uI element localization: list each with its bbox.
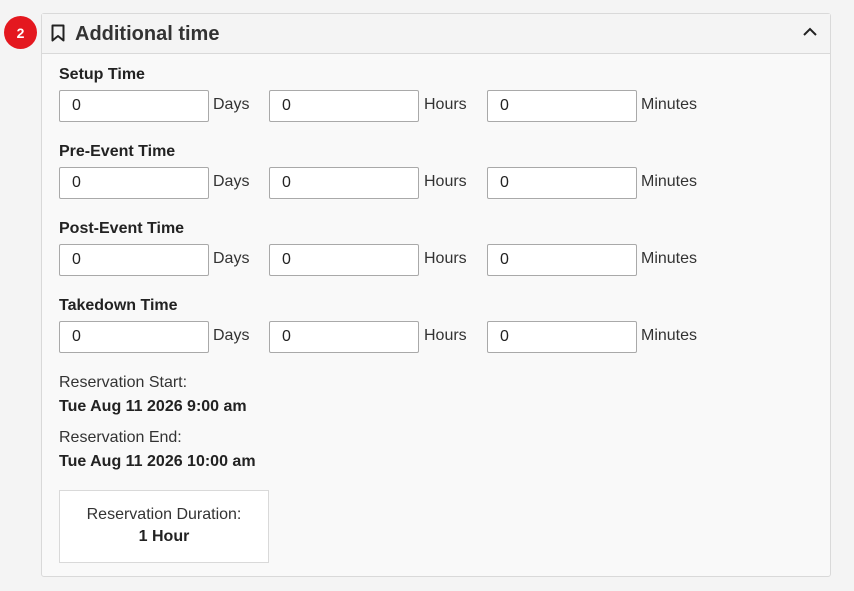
reservation-start-label: Reservation Start: <box>59 374 188 391</box>
takedown-hours-input[interactable] <box>269 321 419 353</box>
bookmark-icon <box>51 24 65 42</box>
reservation-duration-box: Reservation Duration: 1 Hour <box>59 490 269 563</box>
pre-event-time-label: Pre-Event Time <box>59 143 176 160</box>
takedown-time-label: Takedown Time <box>59 297 178 314</box>
setup-minutes-input[interactable] <box>487 90 637 122</box>
reservation-duration-value: 1 Hour <box>138 528 190 545</box>
panel-header[interactable]: Additional time <box>42 14 830 54</box>
setup-hours-input[interactable] <box>269 90 419 122</box>
hours-unit-label: Hours <box>424 173 467 190</box>
reservation-start-value: Tue Aug 11 2026 9:00 am <box>59 398 247 415</box>
reservation-end-value: Tue Aug 11 2026 10:00 am <box>59 453 256 470</box>
days-unit-label: Days <box>213 173 250 190</box>
minutes-unit-label: Minutes <box>641 327 698 344</box>
post-event-time-label: Post-Event Time <box>59 220 185 237</box>
reservation-duration-label: Reservation Duration: <box>86 506 242 523</box>
minutes-unit-label: Minutes <box>641 250 698 267</box>
days-unit-label: Days <box>213 327 250 344</box>
pre-event-minutes-input[interactable] <box>487 167 637 199</box>
panel-title: Additional time <box>75 23 220 45</box>
setup-days-input[interactable] <box>59 90 209 122</box>
pre-event-days-input[interactable] <box>59 167 209 199</box>
setup-time-label: Setup Time <box>59 66 145 83</box>
post-event-hours-input[interactable] <box>269 244 419 276</box>
additional-time-panel: Additional time Setup Time Days Hours Mi… <box>41 13 831 577</box>
minutes-unit-label: Minutes <box>641 96 698 113</box>
pre-event-hours-input[interactable] <box>269 167 419 199</box>
step-number-badge: 2 <box>4 16 37 49</box>
post-event-days-input[interactable] <box>59 244 209 276</box>
minutes-unit-label: Minutes <box>641 173 698 190</box>
takedown-minutes-input[interactable] <box>487 321 637 353</box>
hours-unit-label: Hours <box>424 250 467 267</box>
post-event-minutes-input[interactable] <box>487 244 637 276</box>
hours-unit-label: Hours <box>424 96 467 113</box>
chevron-up-icon[interactable] <box>802 26 818 38</box>
takedown-days-input[interactable] <box>59 321 209 353</box>
reservation-end-label: Reservation End: <box>59 429 182 446</box>
days-unit-label: Days <box>213 250 250 267</box>
days-unit-label: Days <box>213 96 250 113</box>
hours-unit-label: Hours <box>424 327 467 344</box>
